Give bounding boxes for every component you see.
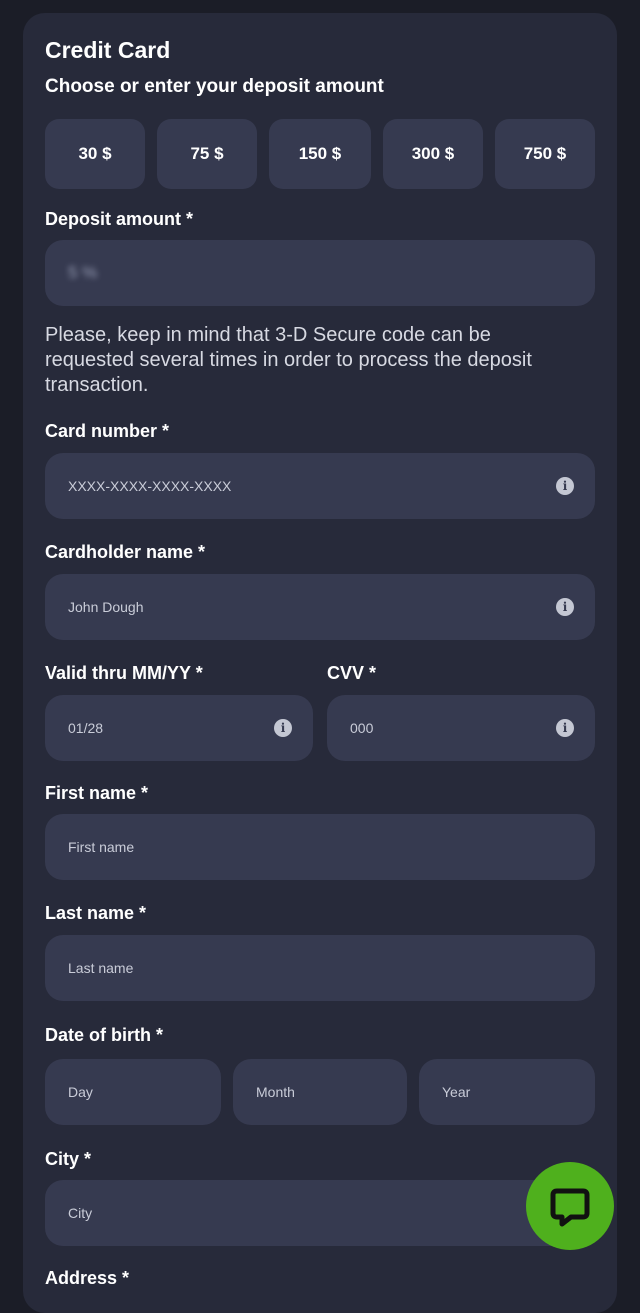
info-icon[interactable]: i	[274, 719, 292, 737]
last-name-input[interactable]: Last name	[45, 935, 595, 1001]
info-icon[interactable]: i	[556, 598, 574, 616]
chat-bubble-icon	[550, 1188, 590, 1227]
amount-chip-30[interactable]: 30 $	[45, 119, 145, 189]
cardholder-placeholder: John Dough	[68, 599, 144, 615]
first-name-placeholder: First name	[68, 839, 135, 855]
cardholder-label: Cardholder name *	[45, 542, 206, 562]
info-icon[interactable]: i	[556, 477, 574, 495]
dob-year-select[interactable]: Year	[419, 1059, 595, 1125]
dob-month-select[interactable]: Month	[233, 1059, 407, 1125]
city-input[interactable]: City	[45, 1180, 595, 1246]
form-subtitle: Choose or enter your deposit amount	[45, 76, 384, 97]
credit-card-form: Credit Card Choose or enter your deposit…	[23, 13, 617, 1313]
valid-thru-input[interactable]: 01/28 i	[45, 695, 313, 761]
card-number-input[interactable]: XXXX-XXXX-XXXX-XXXX i	[45, 453, 595, 519]
dob-month-placeholder: Month	[256, 1084, 295, 1100]
city-label: City *	[45, 1149, 92, 1169]
first-name-label: First name *	[45, 783, 149, 803]
cvv-input[interactable]: 000 i	[327, 695, 595, 761]
dob-label: Date of birth *	[45, 1025, 164, 1045]
deposit-amount-value: 5 %	[68, 263, 98, 282]
chat-button[interactable]	[526, 1162, 614, 1250]
address-label: Address *	[45, 1268, 130, 1288]
last-name-label: Last name *	[45, 903, 147, 923]
dob-day-placeholder: Day	[68, 1084, 93, 1100]
deposit-amount-label: Deposit amount *	[45, 209, 194, 229]
dob-year-placeholder: Year	[442, 1084, 471, 1100]
deposit-amount-input[interactable]: 5 %	[45, 240, 595, 306]
last-name-placeholder: Last name	[68, 960, 134, 976]
first-name-input[interactable]: First name	[45, 814, 595, 880]
3ds-note: Please, keep in mind that 3-D Secure cod…	[45, 324, 532, 396]
card-number-placeholder: XXXX-XXXX-XXXX-XXXX	[68, 478, 232, 494]
amount-chip-75[interactable]: 75 $	[157, 119, 257, 189]
amount-chip-300[interactable]: 300 $	[383, 119, 483, 189]
amount-chip-750[interactable]: 750 $	[495, 119, 595, 189]
info-icon[interactable]: i	[556, 719, 574, 737]
form-title: Credit Card	[45, 37, 171, 63]
valid-thru-label: Valid thru MM/YY *	[45, 663, 203, 683]
amount-chip-150[interactable]: 150 $	[269, 119, 371, 189]
cardholder-input[interactable]: John Dough i	[45, 574, 595, 640]
dob-day-select[interactable]: Day	[45, 1059, 221, 1125]
card-number-label: Card number *	[45, 421, 170, 441]
city-placeholder: City	[68, 1205, 93, 1221]
cvv-label: CVV *	[327, 663, 377, 683]
